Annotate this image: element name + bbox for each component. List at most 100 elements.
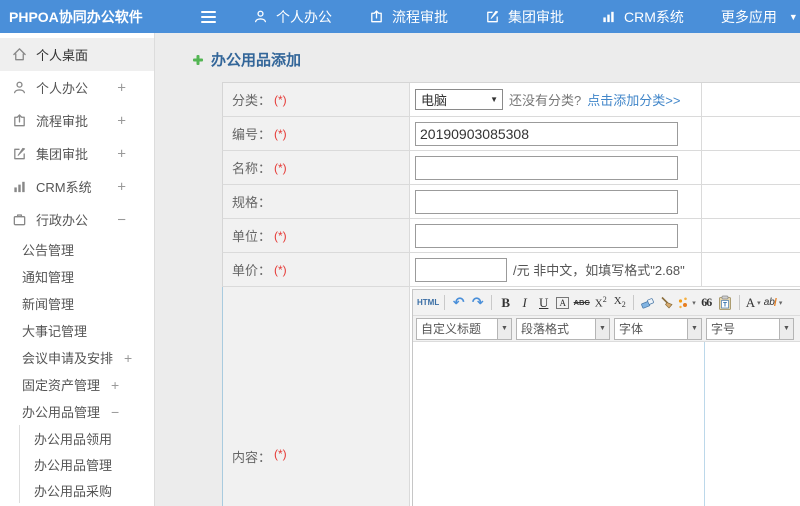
code-label: 编号： (*)	[223, 117, 410, 150]
font-color-button[interactable]: A ▾	[744, 293, 763, 313]
html-source-button[interactable]: HTML	[416, 293, 440, 313]
sidebar-item-9[interactable]: 大事记管理	[0, 317, 154, 344]
spec-input[interactable]	[415, 189, 678, 214]
blockquote-button[interactable]: 66	[697, 293, 716, 313]
name-row: 名称： (*)	[222, 151, 800, 185]
sidebar-item-7[interactable]: 通知管理	[0, 263, 154, 290]
nav-item-1[interactable]: 流程审批	[369, 7, 448, 27]
navbar-menu: 个人办公 流程审批 集团审批 CRM系统 更多应用 ▼	[253, 7, 798, 27]
italic-button[interactable]: I	[515, 293, 534, 313]
editor-content-area[interactable]	[413, 342, 800, 506]
office-supply-form: 分类：(*) 电脑 ▼ 还没有分类? 点击添加分类>> 编号：(*)名称：(*)规格：单位…	[222, 82, 800, 506]
add-category-link[interactable]: 点击添加分类>>	[587, 90, 680, 109]
highlight-color-button[interactable]: ab / ▾	[763, 293, 784, 313]
heading-select[interactable]: 自定义标题 ▼	[416, 317, 512, 340]
nav-item-label: 集团审批	[508, 8, 564, 25]
caret-down-icon: ▼	[788, 11, 798, 22]
category-select[interactable]: 电脑 ▼	[415, 89, 503, 110]
nav-item-4[interactable]: 更多应用 ▼	[721, 7, 798, 27]
app-logo[interactable]: PHPOA协同办公软件	[0, 7, 179, 27]
required-mark: (*)	[274, 160, 287, 175]
sidebar-item-label: 新闻管理	[22, 297, 75, 312]
sidebar-item-11[interactable]: 固定资产管理 +	[0, 371, 154, 398]
select-caret-icon: ▼	[595, 318, 609, 339]
sidebar-item-15[interactable]: 办公用品采购	[20, 477, 154, 503]
required-mark: (*)	[274, 126, 287, 141]
sidebar-item-label: 个人桌面	[36, 48, 89, 63]
selected-option: 电脑	[421, 93, 448, 108]
page-title: 办公用品添加	[192, 49, 800, 70]
paste-text-button[interactable]: T	[716, 293, 735, 313]
sidebar-item-12[interactable]: 办公用品管理 −	[0, 398, 154, 425]
no-category-hint: 还没有分类?	[509, 93, 582, 108]
collapse-minus-icon[interactable]: −	[117, 211, 126, 228]
quick-format-button[interactable]: ▾	[676, 293, 697, 313]
strikethrough-button[interactable]: ABC	[572, 293, 591, 313]
category-label: 分类： (*)	[223, 83, 410, 116]
toolbar-separator	[491, 295, 493, 310]
bold-button[interactable]: B	[496, 293, 515, 313]
unit-input[interactable]	[415, 223, 678, 248]
sidebar-submenu-group: 办公用品领用办公用品管理办公用品采购	[19, 425, 154, 503]
clean-format-button[interactable]	[657, 293, 676, 313]
paragraph-format-select[interactable]: 段落格式 ▼	[516, 317, 610, 340]
sidebar-item-10[interactable]: 会议申请及安排 +	[0, 344, 154, 371]
subscript-button[interactable]: X2	[610, 293, 629, 313]
redo-button[interactable]: ↷	[468, 293, 487, 313]
price-row: 单价： (*) /元 非中文，如填写格式"2.68"	[222, 253, 800, 287]
editor-toolbar-row2: 自定义标题 ▼ 段落格式 ▼ 字体 ▼ 字号 ▼	[413, 316, 800, 342]
sidebar-item-14[interactable]: 办公用品管理	[20, 451, 154, 477]
expand-plus-icon[interactable]: +	[117, 79, 126, 96]
sidebar-item-6[interactable]: 公告管理	[0, 236, 154, 263]
rich-text-editor: HTML ↶ ↷ B I U A ABC X2 X2 ▾ 66 T A ▾ ab / ▾ 自定义标题 ▼ 段落格式 ▼ 字体…	[412, 289, 800, 506]
nav-item-0[interactable]: 个人办公	[253, 7, 332, 27]
page-title-text: 办公用品添加	[211, 52, 302, 69]
main-content: 办公用品添加 分类：(*) 电脑 ▼ 还没有分类? 点击添加分类>> 编号：(*)名称：(…	[155, 33, 800, 506]
sidebar-item-1[interactable]: 个人办公 +	[0, 71, 154, 104]
eraser-button[interactable]	[638, 293, 657, 313]
expand-plus-icon[interactable]: +	[111, 377, 119, 393]
nav-item-3[interactable]: CRM系统	[601, 7, 684, 27]
category-row: 分类： (*) 电脑 ▼ 还没有分类? 点击添加分类>>	[222, 83, 800, 117]
required-mark: (*)	[274, 92, 287, 107]
font-size-select[interactable]: 字号 ▼	[706, 317, 794, 340]
toolbar-separator	[633, 295, 635, 310]
editor-column-guide	[704, 342, 705, 506]
sidebar-item-13[interactable]: 办公用品领用	[20, 425, 154, 451]
nav-item-label: 更多应用	[720, 8, 777, 25]
nav-item-2[interactable]: 集团审批	[485, 7, 564, 27]
content-label: 内容： (*)	[223, 287, 410, 506]
collapse-minus-icon[interactable]: −	[111, 404, 119, 420]
sidebar-item-2[interactable]: 流程审批 +	[0, 104, 154, 137]
expand-plus-icon[interactable]: +	[117, 145, 126, 162]
svg-text:T: T	[723, 301, 727, 308]
select-caret-icon: ▼	[687, 318, 701, 339]
home-icon	[12, 47, 27, 62]
sidebar-item-label: 流程审批	[36, 114, 89, 129]
sidebar-item-5[interactable]: 行政办公 −	[0, 203, 154, 236]
underline-button[interactable]: U	[534, 293, 553, 313]
sidebar-item-8[interactable]: 新闻管理	[0, 290, 154, 317]
code-input[interactable]	[415, 121, 678, 146]
chart-icon	[12, 179, 27, 194]
code-row: 编号： (*)	[222, 117, 800, 151]
required-mark: (*)	[274, 447, 287, 461]
price-input[interactable]	[415, 257, 507, 282]
undo-button[interactable]: ↶	[449, 293, 468, 313]
char-border-button[interactable]: A	[553, 293, 572, 313]
expand-plus-icon[interactable]: +	[117, 178, 126, 195]
name-label: 名称： (*)	[223, 151, 410, 184]
font-family-select[interactable]: 字体 ▼	[614, 317, 702, 340]
name-input[interactable]	[415, 155, 678, 180]
sidebar-item-label: 集团审批	[36, 147, 89, 162]
nav-item-label: CRM系统	[624, 8, 684, 25]
sidebar-item-0[interactable]: 个人桌面	[0, 38, 154, 71]
hamburger-menu-icon[interactable]	[195, 7, 221, 27]
expand-plus-icon[interactable]: +	[117, 112, 126, 129]
sidebar-item-label: 办公用品管理	[34, 457, 113, 473]
user-icon	[12, 80, 27, 95]
sidebar-item-3[interactable]: 集团审批 +	[0, 137, 154, 170]
superscript-button[interactable]: X2	[591, 293, 610, 313]
sidebar-item-4[interactable]: CRM系统 +	[0, 170, 154, 203]
expand-plus-icon[interactable]: +	[124, 350, 132, 366]
